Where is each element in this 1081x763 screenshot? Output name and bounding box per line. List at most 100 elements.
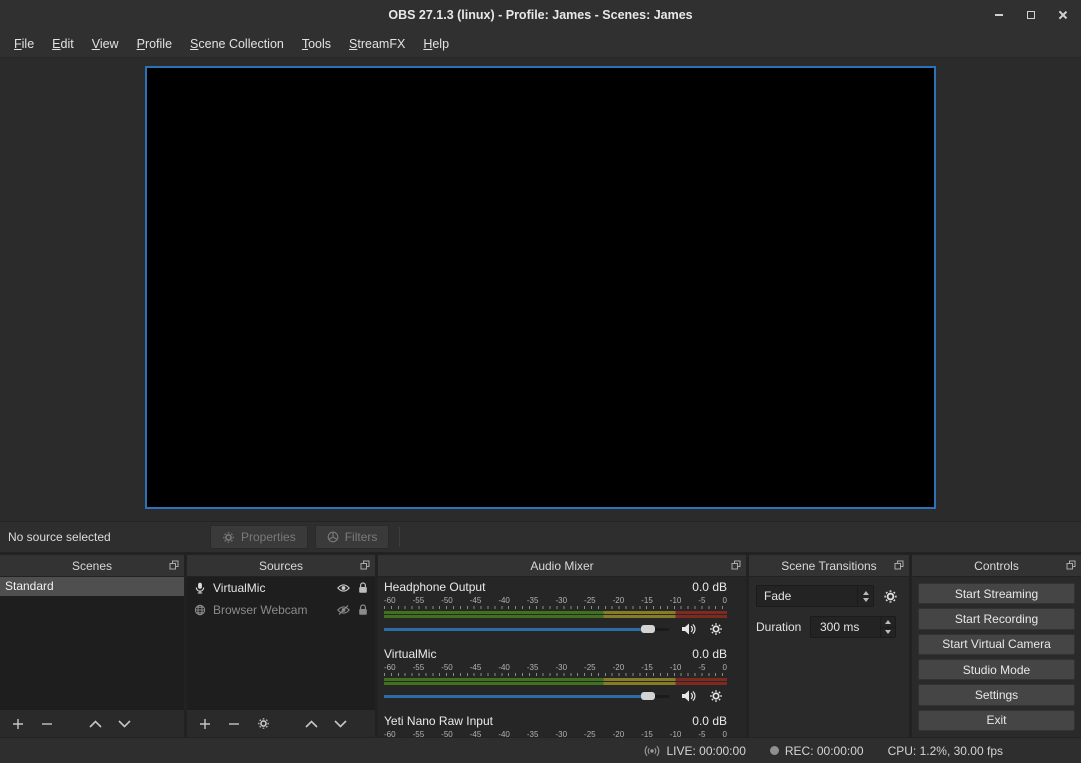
source-toolbar: No source selected Properties Filters xyxy=(0,521,1081,552)
channel-name: VirtualMic xyxy=(384,647,436,662)
volume-slider[interactable] xyxy=(384,622,669,636)
slider-fill xyxy=(384,695,648,698)
menu-edit[interactable]: Edit xyxy=(43,33,83,55)
mixer-channel-headphone-output: Headphone Output 0.0 dB -60-55-50-45-40-… xyxy=(384,580,727,643)
remove-source-button[interactable] xyxy=(225,715,243,733)
mixer-popout-icon[interactable] xyxy=(731,560,741,570)
add-source-button[interactable] xyxy=(196,715,214,733)
combo-arrows-icon[interactable] xyxy=(857,586,873,606)
tick-label: -60 xyxy=(384,596,396,605)
maximize-icon xyxy=(1027,11,1035,19)
source-item-browser-webcam[interactable]: Browser Webcam xyxy=(187,599,375,621)
tick-label: -60 xyxy=(384,663,396,672)
filters-button[interactable]: Filters xyxy=(315,525,390,549)
menu-scene-collection[interactable]: Scene Collection xyxy=(181,33,293,55)
close-button[interactable] xyxy=(1055,7,1071,23)
tick-label: -5 xyxy=(698,730,705,737)
tick-label: 0 xyxy=(723,730,727,737)
menu-view[interactable]: View xyxy=(83,33,128,55)
tick-label: -10 xyxy=(670,596,682,605)
start-streaming-button[interactable]: Start Streaming xyxy=(918,583,1075,604)
tick-label: -5 xyxy=(698,663,705,672)
tick-label: -40 xyxy=(498,663,510,672)
eye-icon[interactable] xyxy=(337,583,350,593)
audio-mixer-dock: Audio Mixer Headphone Output 0.0 dB -60-… xyxy=(378,555,746,737)
properties-button[interactable]: Properties xyxy=(210,525,308,549)
cpu-fps-stats: CPU: 1.2%, 30.00 fps xyxy=(888,744,1003,758)
scenes-popout-icon[interactable] xyxy=(169,560,179,570)
speaker-icon[interactable] xyxy=(679,620,697,638)
sources-dock-header: Sources xyxy=(187,555,375,577)
minimize-icon xyxy=(995,14,1003,16)
scenes-toolbar xyxy=(0,709,184,737)
speaker-icon[interactable] xyxy=(679,687,697,705)
add-scene-button[interactable] xyxy=(9,715,27,733)
tick-label: -25 xyxy=(584,596,596,605)
filter-icon xyxy=(327,531,339,543)
transition-select[interactable]: Fade xyxy=(756,585,874,607)
menu-help[interactable]: Help xyxy=(414,33,458,55)
remove-scene-button[interactable] xyxy=(38,715,56,733)
channel-gear-icon[interactable] xyxy=(707,687,725,705)
transition-gear-button[interactable] xyxy=(880,586,900,606)
eye-off-icon[interactable] xyxy=(337,605,350,615)
slider-handle[interactable] xyxy=(641,625,655,633)
start-recording-button[interactable]: Start Recording xyxy=(918,608,1075,629)
tick-label: -50 xyxy=(441,663,453,672)
lock-icon[interactable] xyxy=(358,582,368,594)
scene-down-button[interactable] xyxy=(115,715,133,733)
tick-label: -50 xyxy=(441,730,453,737)
lock-icon[interactable] xyxy=(358,604,368,616)
menu-streamfx[interactable]: StreamFX xyxy=(340,33,414,55)
scenes-dock-title: Scenes xyxy=(72,559,112,573)
dock-area: Scenes Standard Sources xyxy=(0,552,1081,737)
channel-gear-icon[interactable] xyxy=(707,620,725,638)
tick-label: -60 xyxy=(384,730,396,737)
scenes-dock: Scenes Standard xyxy=(0,555,184,737)
slider-handle[interactable] xyxy=(641,692,655,700)
source-up-button[interactable] xyxy=(302,715,320,733)
tick-label: -10 xyxy=(670,730,682,737)
close-icon xyxy=(1058,10,1068,20)
tick-marks xyxy=(384,606,727,609)
mixer-channels: Headphone Output 0.0 dB -60-55-50-45-40-… xyxy=(378,577,746,737)
duration-spinbox[interactable]: 300 ms xyxy=(810,616,896,638)
tick-label: -20 xyxy=(613,663,625,672)
exit-button[interactable]: Exit xyxy=(918,710,1075,731)
tick-label: -50 xyxy=(441,596,453,605)
source-down-button[interactable] xyxy=(331,715,349,733)
volume-meter xyxy=(384,678,727,685)
window-controls xyxy=(991,0,1071,30)
scene-item-standard[interactable]: Standard xyxy=(0,577,184,596)
spinbox-arrows-icon[interactable] xyxy=(880,617,895,637)
preview-canvas[interactable] xyxy=(145,66,936,509)
slider-fill xyxy=(384,628,648,631)
start-virtual-camera-button[interactable]: Start Virtual Camera xyxy=(918,634,1075,655)
minimize-button[interactable] xyxy=(991,7,1007,23)
settings-button[interactable]: Settings xyxy=(918,684,1075,705)
controls-dock-title: Controls xyxy=(974,559,1019,573)
volume-slider[interactable] xyxy=(384,689,669,703)
sources-toolbar xyxy=(187,709,375,737)
controls-dock: Controls Start Streaming Start Recording… xyxy=(912,555,1081,737)
mixer-channel-virtualmic: VirtualMic 0.0 dB -60-55-50-45-40-35-30-… xyxy=(384,647,727,710)
scene-transitions-dock: Scene Transitions Fade Duration 300 ms xyxy=(749,555,909,737)
channel-name: Headphone Output xyxy=(384,580,485,595)
properties-label: Properties xyxy=(241,530,296,544)
transitions-body: Fade Duration 300 ms xyxy=(749,577,909,737)
controls-popout-icon[interactable] xyxy=(1066,560,1076,570)
sources-list: VirtualMic Browser Webcam xyxy=(187,577,375,709)
studio-mode-button[interactable]: Studio Mode xyxy=(918,659,1075,680)
menu-tools[interactable]: Tools xyxy=(293,33,340,55)
menu-profile[interactable]: Profile xyxy=(128,33,181,55)
channel-name: Yeti Nano Raw Input xyxy=(384,714,493,729)
scene-up-button[interactable] xyxy=(86,715,104,733)
menu-file[interactable]: File xyxy=(5,33,43,55)
source-item-virtualmic[interactable]: VirtualMic xyxy=(187,577,375,599)
maximize-button[interactable] xyxy=(1023,7,1039,23)
tick-label: -30 xyxy=(555,596,567,605)
transitions-popout-icon[interactable] xyxy=(894,560,904,570)
sources-popout-icon[interactable] xyxy=(360,560,370,570)
mixer-channel-yeti-nano: Yeti Nano Raw Input 0.0 dB -60-55-50-45-… xyxy=(384,714,727,737)
source-properties-gear-button[interactable] xyxy=(254,715,272,733)
